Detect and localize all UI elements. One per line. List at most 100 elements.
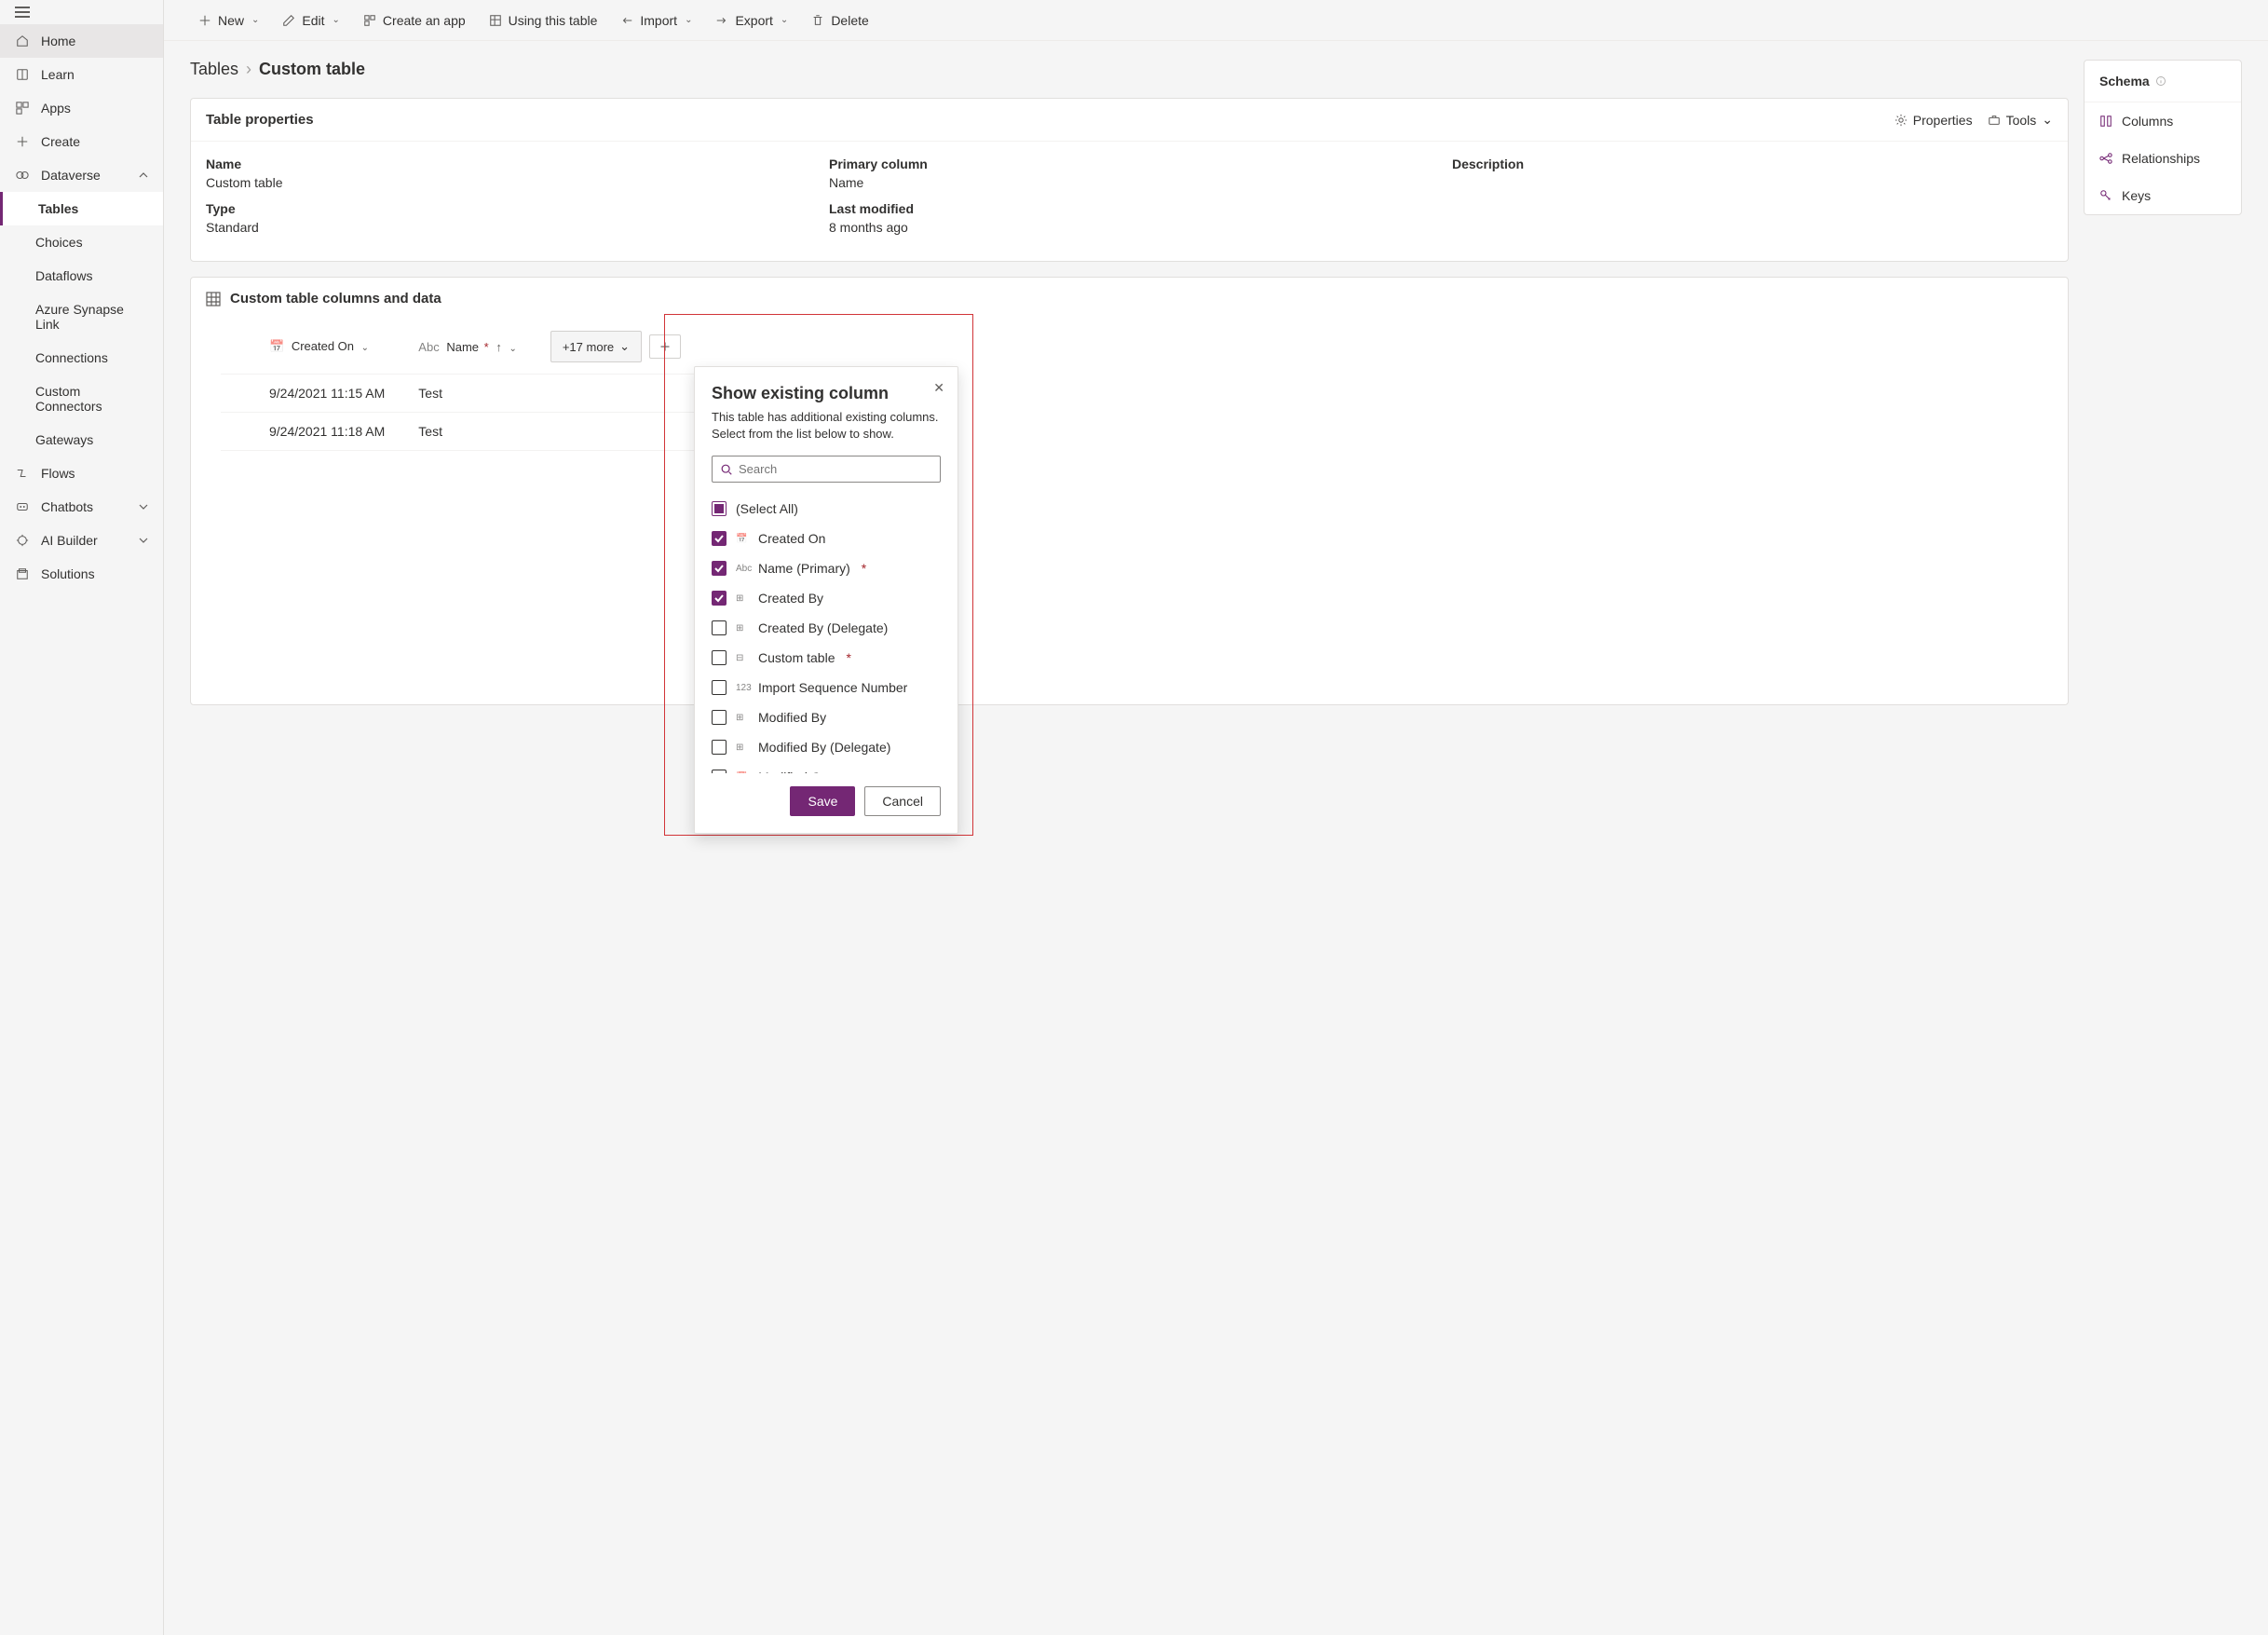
add-column-button[interactable]: [649, 334, 681, 359]
sort-asc-icon: ↑: [496, 340, 502, 354]
item-label: Columns: [2122, 114, 2173, 129]
select-all-row[interactable]: (Select All): [712, 494, 941, 524]
close-button[interactable]: ✕: [933, 380, 944, 396]
nav-ai-builder[interactable]: AI Builder: [0, 524, 163, 557]
gear-icon: [1895, 114, 1908, 127]
nav-choices[interactable]: Choices: [0, 225, 163, 259]
more-columns-button[interactable]: +17 more ⌄: [550, 331, 642, 362]
chevron-down-icon: ⌄: [509, 344, 516, 354]
cell-name: Test: [407, 413, 539, 451]
nav-label: Learn: [41, 67, 75, 82]
nav-connections[interactable]: Connections: [0, 341, 163, 375]
search-input[interactable]: [739, 462, 932, 476]
edit-button[interactable]: Edit ⌄: [274, 7, 347, 34]
column-option[interactable]: 📅 Created On: [712, 524, 941, 553]
nav-learn[interactable]: Learn: [0, 58, 163, 91]
nav-label: Home: [41, 34, 75, 48]
schema-card: Schema Columns Relationships Keys: [2084, 60, 2242, 215]
column-option[interactable]: ⊞ Modified By: [712, 702, 941, 732]
nav-label: AI Builder: [41, 533, 98, 548]
search-box[interactable]: [712, 456, 941, 483]
nav-tables[interactable]: Tables: [0, 192, 163, 225]
chevron-down-icon: [139, 502, 148, 511]
cell-created: 9/24/2021 11:15 AM: [258, 375, 407, 413]
import-button[interactable]: Import ⌄: [612, 7, 699, 34]
nav-solutions[interactable]: Solutions: [0, 557, 163, 591]
nav-flows[interactable]: Flows: [0, 456, 163, 490]
hamburger-menu[interactable]: [0, 0, 163, 24]
hamburger-icon: [15, 11, 30, 13]
export-button[interactable]: Export ⌄: [707, 7, 795, 34]
column-label: Created On: [758, 531, 825, 546]
cancel-button[interactable]: Cancel: [864, 786, 941, 816]
keys-icon: [2099, 189, 2112, 202]
sidebar: Home Learn Apps Create Dataverse Tables …: [0, 0, 164, 1635]
popup-desc: This table has additional existing colum…: [712, 409, 941, 443]
text-icon: Abc: [418, 340, 439, 354]
edit-icon: [281, 13, 296, 28]
column-option[interactable]: Abc Name (Primary) *: [712, 553, 941, 583]
table-row[interactable]: 9/24/2021 11:15 AMTest: [221, 375, 703, 413]
column-label: Created By (Delegate): [758, 620, 888, 635]
nav-dataflows[interactable]: Dataflows: [0, 259, 163, 293]
delete-button[interactable]: Delete: [803, 7, 876, 34]
schema-columns[interactable]: Columns: [2085, 102, 2241, 140]
checkbox[interactable]: [712, 531, 727, 546]
number-icon: 123: [736, 683, 749, 693]
checkbox[interactable]: [712, 620, 727, 635]
book-icon: [15, 67, 30, 82]
nav-chatbots[interactable]: Chatbots: [0, 490, 163, 524]
checkbox[interactable]: [712, 591, 727, 606]
info-icon[interactable]: [2155, 75, 2166, 87]
column-label: Modified By: [758, 710, 826, 725]
modified-value: 8 months ago: [829, 220, 1430, 235]
key-icon: ⊟: [736, 653, 749, 663]
nav-label: Tables: [38, 201, 78, 216]
btn-label: Tools: [2006, 113, 2037, 128]
nav-home[interactable]: Home: [0, 24, 163, 58]
nav-custom-connectors[interactable]: Custom Connectors: [0, 375, 163, 423]
column-option[interactable]: ⊞ Created By: [712, 583, 941, 613]
column-option[interactable]: ⊟ Custom table *: [712, 643, 941, 673]
nav-apps[interactable]: Apps: [0, 91, 163, 125]
column-option[interactable]: ⊞ Modified By (Delegate): [712, 732, 941, 762]
app-icon: [362, 13, 377, 28]
checkbox[interactable]: [712, 770, 727, 773]
schema-relationships[interactable]: Relationships: [2085, 140, 2241, 177]
column-label: Custom table: [758, 650, 835, 665]
nav-label: Custom Connectors: [35, 384, 148, 414]
column-option[interactable]: 📅 Modified On: [712, 762, 941, 773]
tools-button[interactable]: Tools ⌄: [1988, 112, 2053, 128]
col-header-name[interactable]: Abc Name * ↑ ⌄: [407, 320, 539, 375]
column-label: Import Sequence Number: [758, 680, 907, 695]
nav-gateways[interactable]: Gateways: [0, 423, 163, 456]
new-button[interactable]: New ⌄: [190, 7, 266, 34]
nav-create[interactable]: Create: [0, 125, 163, 158]
data-card: Custom table columns and data 📅 Created …: [190, 277, 2069, 705]
breadcrumb-root[interactable]: Tables: [190, 60, 238, 79]
checkbox[interactable]: [712, 740, 727, 755]
create-app-button[interactable]: Create an app: [355, 7, 473, 34]
checkbox[interactable]: [712, 710, 727, 725]
date-icon: 📅: [736, 772, 749, 774]
date-icon: 📅: [736, 534, 749, 544]
checkbox[interactable]: [712, 650, 727, 665]
column-option[interactable]: ⊞ Created By (Delegate): [712, 613, 941, 643]
solutions-icon: [15, 566, 30, 581]
apps-icon: [15, 101, 30, 116]
delete-icon: [810, 13, 825, 28]
column-option[interactable]: 123 Import Sequence Number: [712, 673, 941, 702]
properties-button[interactable]: Properties: [1895, 112, 1973, 128]
using-table-button[interactable]: Using this table: [481, 7, 605, 34]
col-header-created[interactable]: 📅 Created On ⌄: [258, 320, 407, 375]
checkbox-indeterminate[interactable]: [712, 501, 727, 516]
table-row[interactable]: 9/24/2021 11:18 AMTest: [221, 413, 703, 451]
import-icon: [619, 13, 634, 28]
save-button[interactable]: Save: [790, 786, 855, 816]
nav-dataverse[interactable]: Dataverse: [0, 158, 163, 192]
checkbox[interactable]: [712, 561, 727, 576]
nav-synapse[interactable]: Azure Synapse Link: [0, 293, 163, 341]
schema-keys[interactable]: Keys: [2085, 177, 2241, 214]
toolbar: New ⌄ Edit ⌄ Create an app Using this ta…: [164, 0, 2268, 41]
checkbox[interactable]: [712, 680, 727, 695]
